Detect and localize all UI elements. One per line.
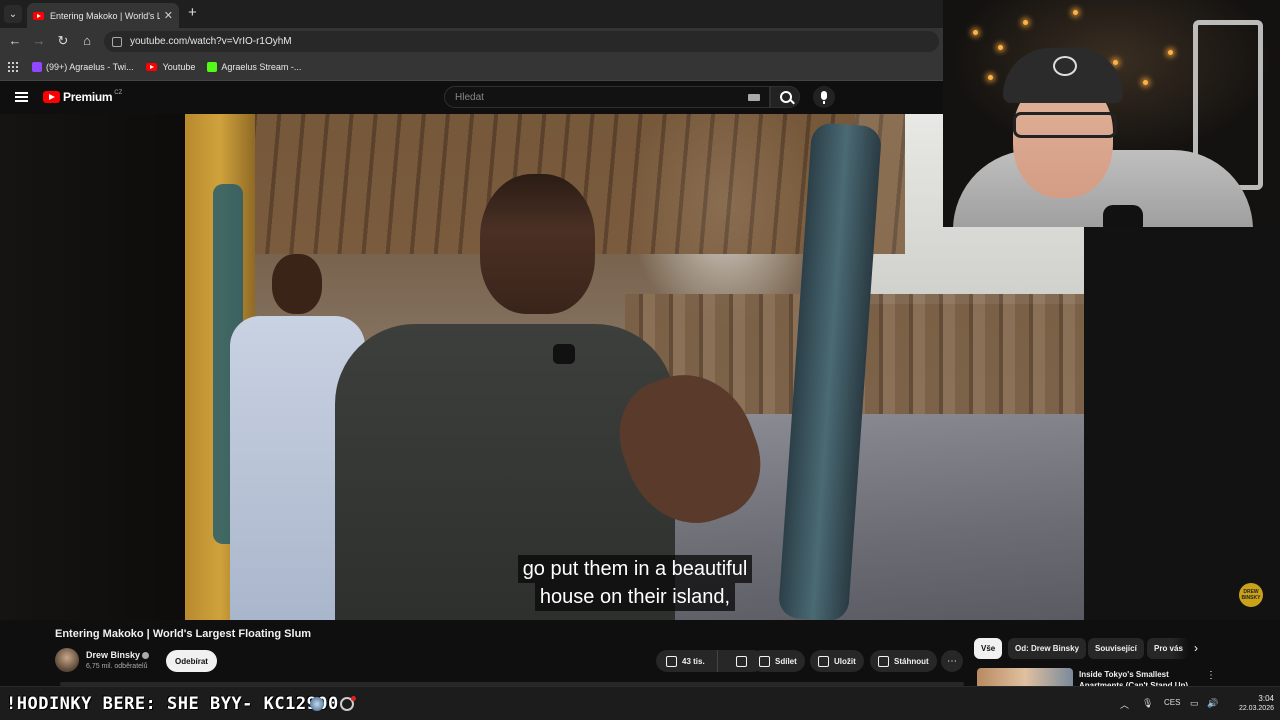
- clock-time[interactable]: 3:04: [1252, 694, 1274, 703]
- network-icon[interactable]: ▭: [1190, 698, 1199, 709]
- webcam-microphone: [1103, 205, 1143, 227]
- voice-search-mic-icon[interactable]: [813, 86, 835, 108]
- twitch-icon: [32, 62, 42, 72]
- bookmarks-bar: (99+) Agraelus - Twi... Youtube Agraelus…: [0, 54, 943, 81]
- youtube-favicon-icon: [33, 11, 44, 20]
- share-icon: [759, 655, 770, 667]
- tab-close-icon[interactable]: ✕: [164, 9, 173, 22]
- thumbs-down-icon: [735, 655, 747, 667]
- back-arrow-icon[interactable]: ←: [7, 33, 23, 48]
- bookmark-label: Agraelus Stream -...: [221, 62, 302, 72]
- new-tab-button[interactable]: +: [188, 4, 197, 21]
- search-placeholder: Hledat: [455, 91, 484, 103]
- site-info-icon[interactable]: [112, 36, 122, 47]
- thumbs-up-icon: [666, 655, 677, 667]
- video-title: Entering Makoko | World's Largest Floati…: [55, 628, 312, 640]
- logo-region: CZ: [114, 90, 123, 96]
- more-actions-button[interactable]: ⋯: [941, 650, 963, 672]
- share-button[interactable]: Sdílet: [751, 650, 805, 672]
- like-dislike-group: 43 tis.: [656, 650, 764, 672]
- channel-name[interactable]: Drew Binsky: [86, 650, 140, 660]
- tab-active[interactable]: Entering Makoko | World's Larg ✕: [27, 3, 179, 28]
- string-light: [1023, 20, 1028, 25]
- recommended-title[interactable]: Inside Tokyo's Smallest Apartments (Can'…: [1079, 669, 1189, 686]
- kick-icon: [207, 62, 218, 72]
- string-light: [988, 75, 993, 80]
- save-label: Uložit: [834, 656, 856, 666]
- chip-related[interactable]: Související: [1088, 638, 1144, 659]
- channel-watermark[interactable]: DREW BINSKY: [1239, 583, 1263, 607]
- string-light: [973, 30, 978, 35]
- download-icon: [878, 655, 889, 667]
- forward-arrow-icon[interactable]: →: [31, 33, 47, 48]
- streamer-webcam: [943, 0, 1280, 227]
- chip-all[interactable]: Vše: [974, 638, 1003, 659]
- caption-line-2: house on their island,: [534, 583, 736, 611]
- volume-icon[interactable]: 🔊: [1207, 698, 1218, 709]
- bookmark-label: (99+) Agraelus - Twi...: [46, 62, 134, 72]
- verified-badge-icon: [142, 652, 149, 659]
- tab-title: Entering Makoko | World's Larg: [50, 10, 160, 21]
- chip-from-channel[interactable]: Od: Drew Binsky: [1008, 638, 1087, 659]
- hamburger-menu-icon[interactable]: [15, 92, 28, 102]
- logo-text: Premium: [63, 90, 113, 104]
- stream-overlay-text: !HODINKY BERE: SHE BYY- KC12900: [6, 694, 339, 714]
- streamer-glasses: [1013, 112, 1117, 138]
- search-input[interactable]: Hledat: [444, 86, 770, 108]
- youtube-icon: [145, 63, 157, 71]
- tray-chevron-icon[interactable]: ︿: [1120, 698, 1129, 711]
- tab-search-chevron-icon[interactable]: ⌄: [4, 5, 22, 23]
- language-indicator[interactable]: CES: [1164, 698, 1180, 707]
- channel-avatar[interactable]: [55, 648, 79, 672]
- youtube-play-icon: [43, 91, 60, 103]
- url-bar[interactable]: youtube.com/watch?v=VrIO-r1OyhM: [104, 31, 939, 52]
- streamer-cap: [1003, 48, 1123, 103]
- download-label: Stáhnout: [894, 656, 929, 666]
- lapel-mic: [553, 344, 575, 364]
- subscriber-count: 6,75 mil. odběratelů: [86, 663, 148, 670]
- bookmark-label: Youtube: [162, 62, 196, 72]
- save-button[interactable]: Uložit: [810, 650, 864, 672]
- chip-for-you[interactable]: Pro vás: [1147, 638, 1189, 659]
- url-text: youtube.com/watch?v=VrIO-r1OyhM: [130, 36, 292, 47]
- like-count: 43 tis.: [682, 656, 705, 666]
- like-button[interactable]: 43 tis.: [656, 650, 718, 672]
- save-playlist-icon: [818, 655, 829, 667]
- notification-dot: [351, 696, 356, 701]
- steam-icon[interactable]: [310, 697, 324, 711]
- share-label: Sdílet: [775, 656, 797, 666]
- microphone-tray-icon[interactable]: 🎙: [1142, 698, 1153, 709]
- bookmark-twitch[interactable]: (99+) Agraelus - Twi...: [32, 62, 134, 72]
- bookmark-youtube[interactable]: Youtube: [145, 62, 196, 72]
- string-light: [1143, 80, 1148, 85]
- video-captions: go put them in a beautiful house on thei…: [505, 555, 765, 611]
- string-light: [1113, 60, 1118, 65]
- recommended-thumbnail[interactable]: [977, 668, 1073, 686]
- clock-date[interactable]: 22.03.2026: [1228, 705, 1274, 712]
- home-icon[interactable]: ⌂: [79, 33, 95, 48]
- youtube-premium-logo[interactable]: Premium CZ: [43, 90, 122, 104]
- recommended-menu-icon[interactable]: ⋮: [1206, 670, 1216, 681]
- chevron-right-icon[interactable]: ›: [1194, 641, 1198, 655]
- string-light: [1073, 10, 1078, 15]
- reload-icon[interactable]: ↻: [55, 33, 71, 49]
- apps-grid-icon[interactable]: [8, 62, 18, 72]
- string-light: [1168, 50, 1173, 55]
- keyboard-icon[interactable]: [748, 94, 760, 101]
- video-person-speaker: [335, 174, 777, 620]
- download-button[interactable]: Stáhnout: [870, 650, 937, 672]
- bookmark-kick[interactable]: Agraelus Stream -...: [207, 62, 301, 72]
- search-button[interactable]: [770, 86, 800, 108]
- player-side-area: [1084, 227, 1280, 620]
- caption-line-1: go put them in a beautiful: [517, 555, 753, 583]
- subscribe-button[interactable]: Odebírat: [166, 650, 217, 672]
- string-light: [998, 45, 1003, 50]
